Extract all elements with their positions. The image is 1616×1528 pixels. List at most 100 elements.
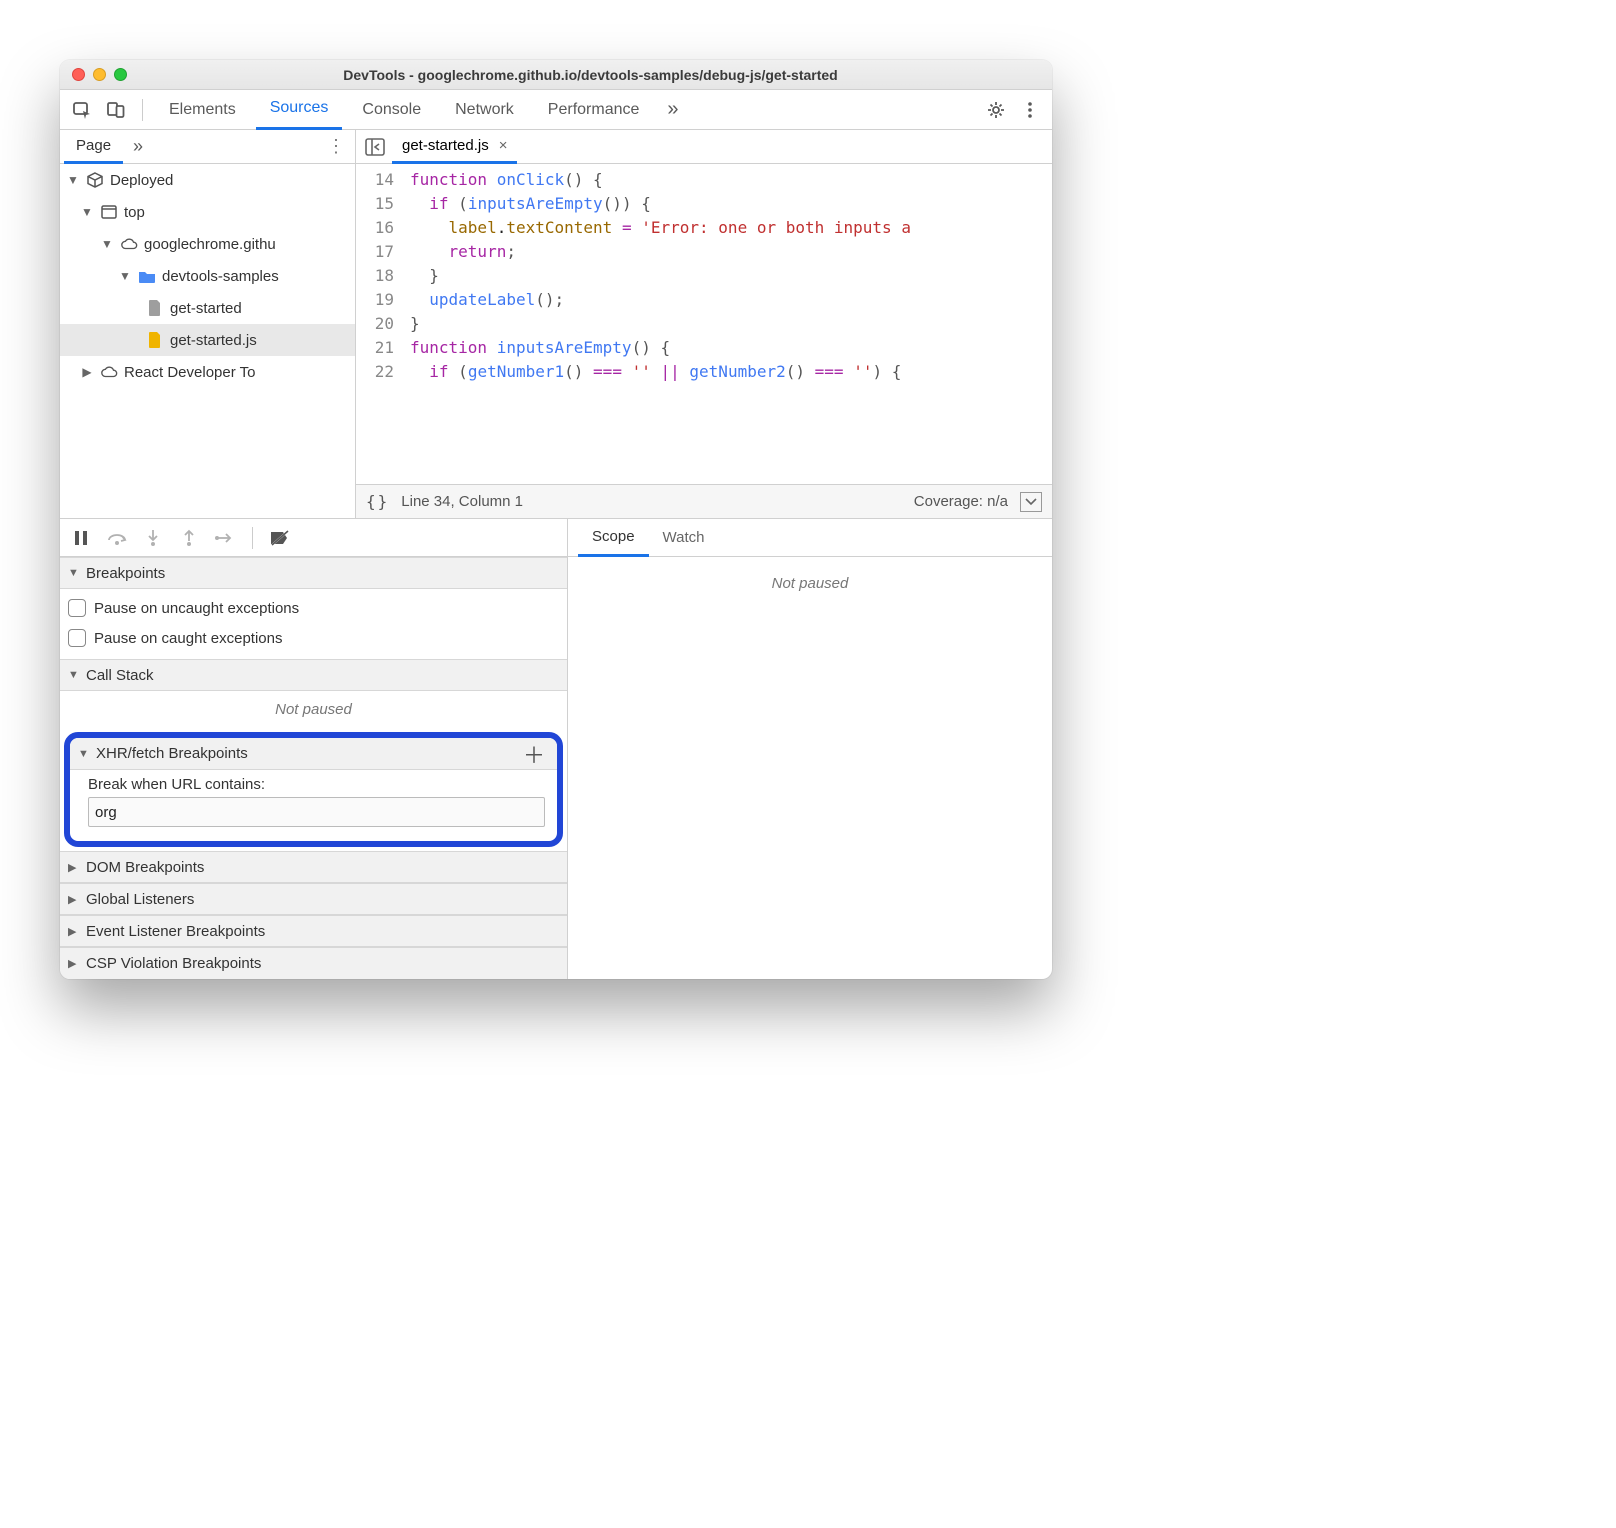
checkbox-label: Pause on caught exceptions	[94, 630, 282, 647]
tree-item-file-js[interactable]: get-started.js	[60, 324, 355, 356]
tree-label: Deployed	[110, 172, 173, 189]
sources-body: Page » ⋮ ▼ Deployed ▼ top ▼	[60, 130, 1052, 518]
section-title: CSP Violation Breakpoints	[86, 955, 261, 972]
devtools-window: DevTools - googlechrome.github.io/devtoo…	[60, 60, 1052, 979]
separator	[142, 99, 143, 121]
editor-tab[interactable]: get-started.js ×	[392, 130, 517, 164]
checkbox-icon	[68, 629, 86, 647]
titlebar: DevTools - googlechrome.github.io/devtoo…	[60, 60, 1052, 90]
scope-panel: Scope Watch Not paused	[568, 519, 1052, 979]
code-area[interactable]: 14 15 16 17 18 19 20 21 22 function onCl…	[356, 164, 1052, 484]
window-icon	[100, 203, 118, 221]
file-tree: ▼ Deployed ▼ top ▼ googlechrome.githu ▼	[60, 164, 355, 518]
main-tabbar: Elements Sources Console Network Perform…	[60, 90, 1052, 130]
deactivate-breakpoints-button[interactable]	[267, 525, 293, 551]
xhr-input-label: Break when URL contains:	[88, 776, 545, 793]
document-icon	[146, 299, 164, 317]
kebab-menu-icon[interactable]	[1016, 96, 1044, 124]
editor-tab-label: get-started.js	[402, 137, 489, 154]
debug-panel: ▼Breakpoints Pause on uncaught exception…	[60, 519, 568, 979]
pause-caught-checkbox[interactable]: Pause on caught exceptions	[68, 623, 559, 653]
xhr-breakpoints-highlight: ▼XHR/fetch Breakpoints ＋ Break when URL …	[64, 732, 563, 847]
code-editor-panel: get-started.js × 14 15 16 17 18 19 20 21…	[356, 130, 1052, 518]
debug-toolbar	[60, 519, 567, 557]
code-content: function onClick() { if (inputsAreEmpty(…	[404, 164, 1052, 484]
scope-tabs: Scope Watch	[568, 519, 1052, 557]
device-toolbar-icon[interactable]	[102, 96, 130, 124]
xhr-breakpoints-section[interactable]: ▼XHR/fetch Breakpoints ＋	[70, 738, 557, 770]
line-gutter: 14 15 16 17 18 19 20 21 22	[356, 164, 404, 484]
folder-icon	[138, 267, 156, 285]
tree-item-deployed[interactable]: ▼ Deployed	[60, 164, 355, 196]
tree-label: get-started.js	[170, 332, 257, 349]
scope-body: Not paused	[568, 557, 1052, 610]
breakpoints-section[interactable]: ▼Breakpoints	[60, 557, 567, 589]
section-title: Event Listener Breakpoints	[86, 923, 265, 940]
editor-tabs: get-started.js ×	[356, 130, 1052, 164]
tree-item-file-html[interactable]: get-started	[60, 292, 355, 324]
tree-item-top[interactable]: ▼ top	[60, 196, 355, 228]
add-xhr-breakpoint-button[interactable]: ＋	[519, 738, 549, 770]
tree-label: googlechrome.githu	[144, 236, 276, 253]
window-title: DevTools - googlechrome.github.io/devtoo…	[141, 67, 1040, 83]
section-title: Breakpoints	[86, 565, 165, 582]
step-button[interactable]	[212, 525, 238, 551]
callstack-body: Not paused	[60, 691, 567, 730]
scope-empty-msg: Not paused	[772, 575, 849, 592]
tree-label: get-started	[170, 300, 242, 317]
tab-console[interactable]: Console	[348, 90, 435, 130]
zoom-window-button[interactable]	[114, 68, 127, 81]
tree-item-domain[interactable]: ▼ googlechrome.githu	[60, 228, 355, 260]
step-out-button[interactable]	[176, 525, 202, 551]
tabs-overflow-button[interactable]: »	[659, 98, 686, 121]
inspect-icon[interactable]	[68, 96, 96, 124]
statusbar-dropdown-icon[interactable]	[1020, 492, 1042, 512]
file-navigator-panel: Page » ⋮ ▼ Deployed ▼ top ▼	[60, 130, 356, 518]
cloud-icon	[100, 363, 118, 381]
cloud-icon	[120, 235, 138, 253]
tab-elements[interactable]: Elements	[155, 90, 250, 130]
file-navigator-tabs: Page » ⋮	[60, 130, 355, 164]
file-tabs-overflow[interactable]: »	[123, 136, 153, 157]
close-window-button[interactable]	[72, 68, 85, 81]
cursor-position: Line 34, Column 1	[401, 493, 523, 510]
dom-breakpoints-section[interactable]: ▶DOM Breakpoints	[60, 851, 567, 883]
xhr-url-input[interactable]	[88, 797, 545, 827]
pause-button[interactable]	[68, 525, 94, 551]
pause-uncaught-checkbox[interactable]: Pause on uncaught exceptions	[68, 593, 559, 623]
checkbox-icon	[68, 599, 86, 617]
checkbox-label: Pause on uncaught exceptions	[94, 600, 299, 617]
file-panel-menu-icon[interactable]: ⋮	[317, 136, 355, 157]
cube-icon	[86, 171, 104, 189]
close-tab-icon[interactable]: ×	[499, 137, 508, 154]
section-title: DOM Breakpoints	[86, 859, 204, 876]
tab-scope[interactable]: Scope	[578, 519, 649, 557]
tree-item-folder[interactable]: ▼ devtools-samples	[60, 260, 355, 292]
toggle-navigator-icon[interactable]	[362, 134, 388, 160]
step-over-button[interactable]	[104, 525, 130, 551]
editor-statusbar: {} Line 34, Column 1 Coverage: n/a	[356, 484, 1052, 518]
tab-watch[interactable]: Watch	[649, 519, 719, 557]
callstack-section[interactable]: ▼Call Stack	[60, 659, 567, 691]
section-title: XHR/fetch Breakpoints	[96, 745, 248, 762]
tree-item-react-devtools[interactable]: ▶ React Developer To	[60, 356, 355, 388]
breakpoints-body: Pause on uncaught exceptions Pause on ca…	[60, 589, 567, 659]
coverage-label: Coverage: n/a	[914, 493, 1008, 510]
csp-violation-breakpoints-section[interactable]: ▶CSP Violation Breakpoints	[60, 947, 567, 979]
tab-performance[interactable]: Performance	[534, 90, 654, 130]
tab-network[interactable]: Network	[441, 90, 528, 130]
step-into-button[interactable]	[140, 525, 166, 551]
minimize-window-button[interactable]	[93, 68, 106, 81]
tree-label: devtools-samples	[162, 268, 279, 285]
event-listener-breakpoints-section[interactable]: ▶Event Listener Breakpoints	[60, 915, 567, 947]
pretty-print-icon[interactable]: {}	[366, 492, 389, 511]
tab-sources[interactable]: Sources	[256, 90, 343, 130]
global-listeners-section[interactable]: ▶Global Listeners	[60, 883, 567, 915]
file-tab-page[interactable]: Page	[64, 130, 123, 164]
callstack-empty-msg: Not paused	[68, 695, 559, 724]
js-file-icon	[146, 331, 164, 349]
section-title: Global Listeners	[86, 891, 194, 908]
tree-label: top	[124, 204, 145, 221]
settings-gear-icon[interactable]	[982, 96, 1010, 124]
debugger-row: ▼Breakpoints Pause on uncaught exception…	[60, 518, 1052, 979]
